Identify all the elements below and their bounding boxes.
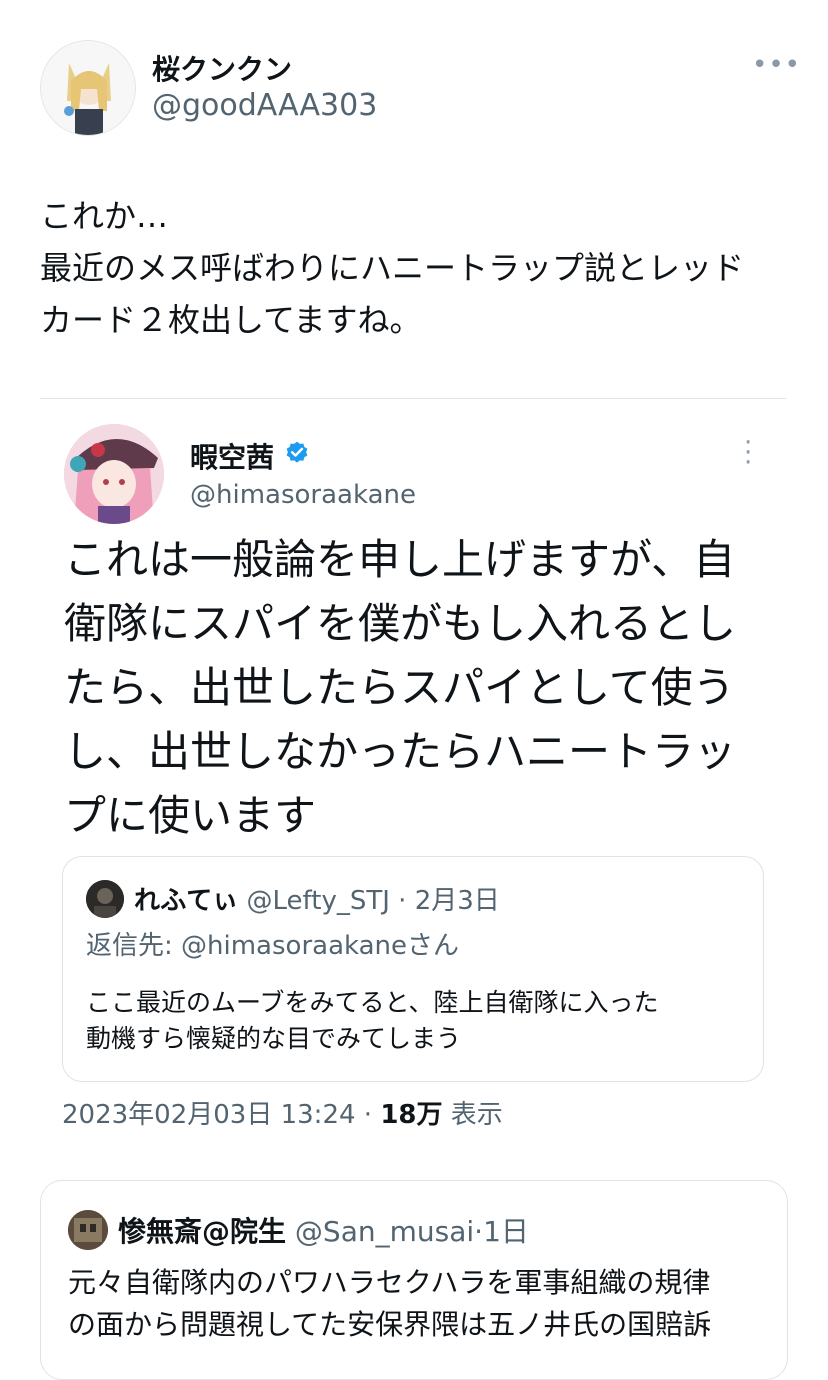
separator-dot: ·	[474, 1215, 484, 1248]
card-date[interactable]: 1日	[483, 1215, 529, 1248]
reply-author-name[interactable]: れふてぃ	[134, 886, 238, 916]
main-tweet-line: 最近のメス呼ばわりにハニートラップ説とレッド	[40, 249, 745, 287]
reply-header: れふてぃ @Lefty_STJ · 2月3日	[134, 880, 500, 917]
card-author-name[interactable]: 惨無斎@院生	[118, 1215, 286, 1248]
reply-text-line: ここ最近のムーブをみてると、陸上自衛隊に入った	[86, 988, 659, 1017]
tweet-meta: 2023年02月03日 13:24 · 18万 表示	[62, 1094, 503, 1131]
card-author-avatar[interactable]	[68, 1210, 108, 1250]
card-text: 元々自衛隊内のパワハラセクハラを軍事組織の規律 の面から問題視してた安保界隈は五…	[68, 1262, 768, 1346]
quoted-tweet-line: プに使います	[64, 791, 317, 840]
more-vertical-icon[interactable]: · · ·	[744, 430, 754, 476]
separator-dot: ·	[363, 1100, 373, 1130]
card-text-line: 元々自衛隊内のパワハラセクハラを軍事組織の規律	[68, 1266, 711, 1299]
main-author-name[interactable]: 桜クンクン	[152, 48, 292, 88]
quoted-tweet-line: これは一般論を申し上げますが、自	[64, 535, 736, 584]
separator-dot: ·	[398, 886, 407, 916]
quoted-author-avatar[interactable]	[64, 424, 164, 524]
verified-badge-icon	[286, 441, 308, 463]
views-count: 18万	[380, 1100, 443, 1130]
reply-text: ここ最近のムーブをみてると、陸上自衛隊に入った 動機すら懐疑的な目でみてしまう	[86, 985, 746, 1057]
main-author-handle[interactable]: @goodAAA303	[152, 88, 377, 123]
quoted-author-name[interactable]: 暇空茜	[190, 436, 274, 476]
main-tweet-text: これか… 最近のメス呼ばわりにハニートラップ説とレッド カード２枚出してますね。	[40, 190, 800, 346]
reply-to-line: 返信先: @himasoraakaneさん	[86, 925, 459, 962]
card-header: 惨無斎@院生 @San_musai·1日	[118, 1210, 529, 1250]
reply-text-line: 動機すら懐疑的な目でみてしまう	[86, 1024, 462, 1053]
reply-to-suffix: さん	[407, 931, 460, 961]
more-horizontal-icon[interactable]: •••	[752, 50, 801, 80]
main-tweet-line: カード２枚出してますね。	[40, 301, 422, 339]
quoted-author-handle[interactable]: @himasoraakane	[190, 480, 416, 510]
quoted-tweet-line: 衛隊にスパイを僕がもし入れるとし	[64, 599, 737, 648]
main-tweet-line: これか…	[40, 197, 169, 235]
card-author-handle[interactable]: @San_musai	[295, 1215, 474, 1248]
timestamp[interactable]: 2023年02月03日 13:24	[62, 1100, 356, 1130]
reply-author-handle[interactable]: @Lefty_STJ	[247, 886, 390, 916]
reply-to-handle[interactable]: @himasoraakane	[181, 931, 407, 961]
quoted-tweet-line: し、出世しなかったらハニートラッ	[64, 727, 737, 776]
reply-author-avatar[interactable]	[86, 880, 124, 918]
reply-to-label: 返信先:	[86, 931, 173, 961]
card-text-line: の面から問題視してた安保界隈は五ノ井氏の国賠訴	[68, 1308, 712, 1341]
views-label: 表示	[450, 1100, 503, 1130]
divider	[40, 398, 786, 399]
quoted-tweet-line: たら、出世したらスパイとして使う	[64, 663, 735, 712]
reply-date[interactable]: 2月3日	[415, 886, 500, 916]
quoted-tweet-text: これは一般論を申し上げますが、自 衛隊にスパイを僕がもし入れるとし たら、出世し…	[64, 528, 764, 848]
main-author-avatar[interactable]	[40, 40, 136, 136]
